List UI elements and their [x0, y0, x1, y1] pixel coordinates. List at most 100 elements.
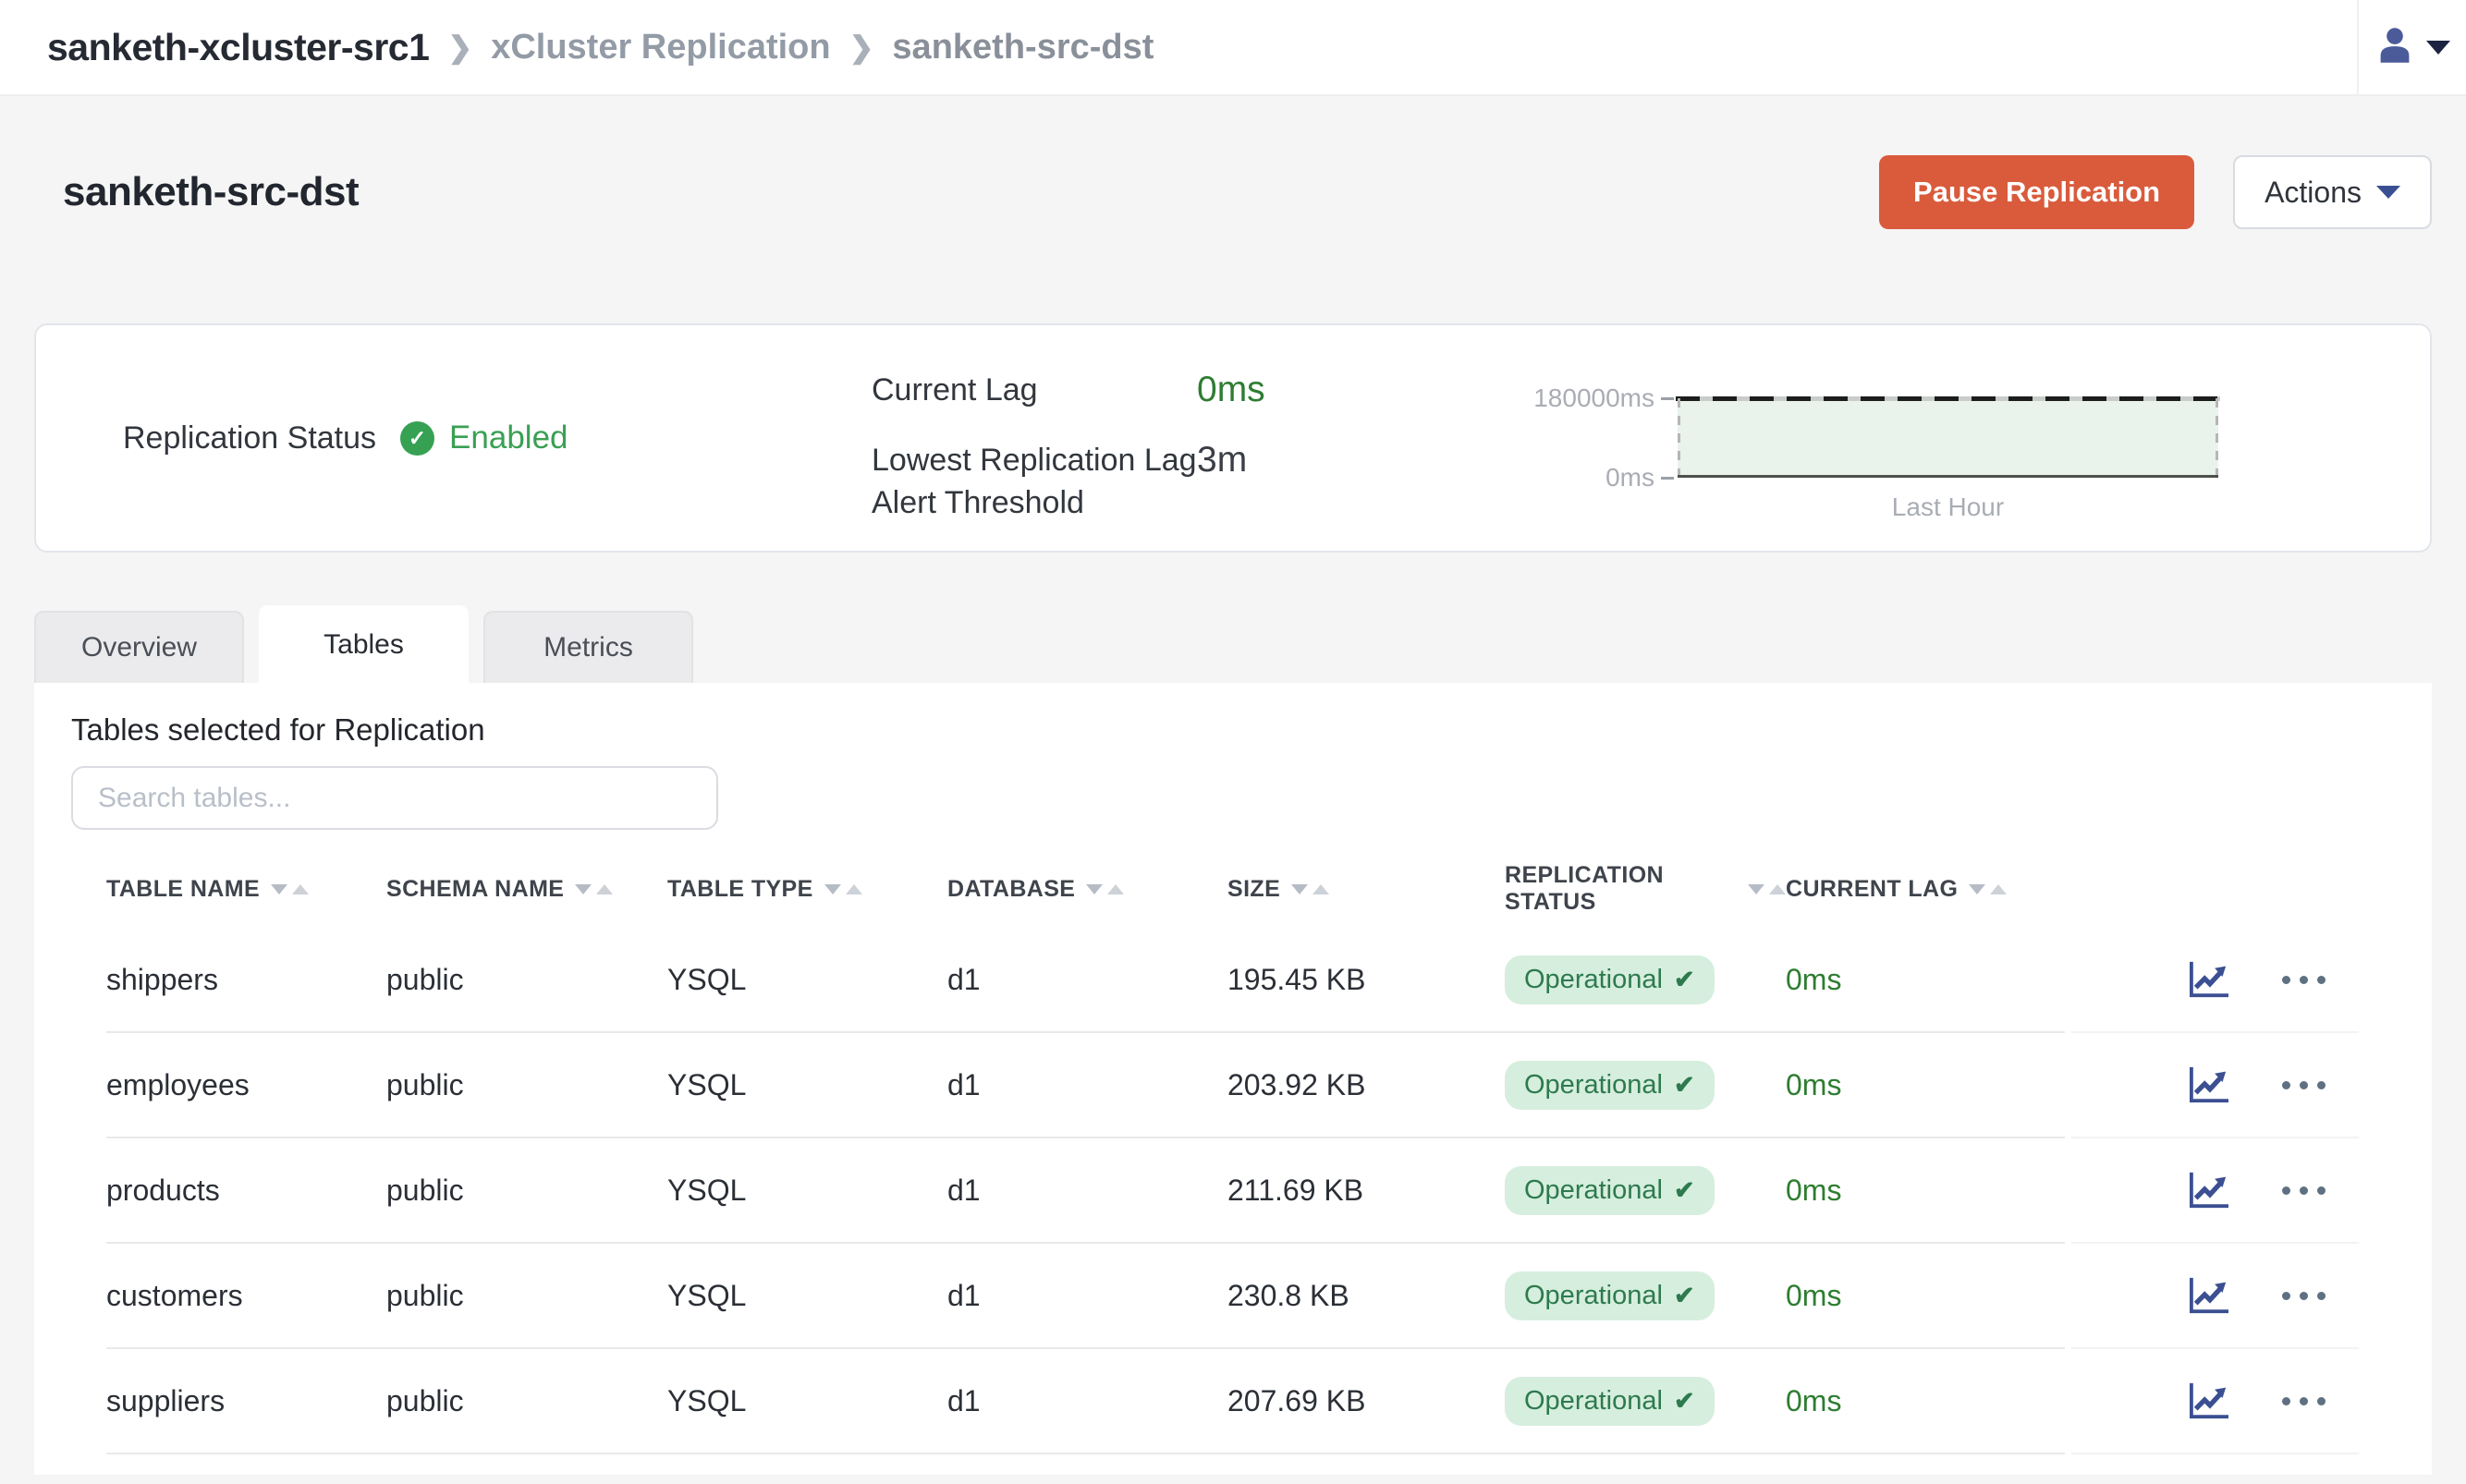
user-avatar-icon	[2374, 25, 2415, 70]
column-header-schema-name[interactable]: SCHEMA NAME	[386, 876, 667, 903]
check-icon: ✔	[1674, 1387, 1695, 1416]
column-header-table-name[interactable]: TABLE NAME	[106, 876, 386, 903]
row-gap	[2065, 1244, 2071, 1349]
y-axis-tick-max: 180000ms	[1533, 383, 1674, 413]
row-menu-icon[interactable]	[2282, 1186, 2326, 1195]
cell-current-lag: 0ms	[1786, 1244, 2065, 1349]
table-row: employees public YSQL d1 203.92 KB Opera…	[106, 1033, 2395, 1138]
panel-heading: Tables selected for Replication	[71, 712, 2395, 748]
column-header-database[interactable]: DATABASE	[947, 876, 1227, 903]
row-menu-icon[interactable]	[2282, 1397, 2326, 1405]
sort-icon[interactable]	[271, 884, 309, 894]
cell-schema-name: public	[386, 928, 667, 1033]
lag-metrics: Current Lag 0ms Lowest Replication Lag A…	[872, 370, 1265, 525]
cell-table-name: employees	[106, 1033, 386, 1138]
status-badge: Operational ✔	[1505, 1377, 1715, 1426]
lag-graph-icon[interactable]	[2188, 1276, 2230, 1315]
lag-chart: 180000ms 0ms Last Hour	[1678, 398, 2218, 522]
cell-table-type: YSQL	[667, 1244, 947, 1349]
cell-schema-name: public	[386, 1138, 667, 1244]
chart-right-edge	[2216, 398, 2218, 478]
cell-schema-name: public	[386, 1033, 667, 1138]
replication-status-label: Replication Status	[123, 420, 376, 456]
y-axis-tick-min: 0ms	[1605, 463, 1674, 493]
breadcrumb-current-page: sanketh-src-dst	[892, 28, 1154, 67]
cell-table-type: YSQL	[667, 928, 947, 1033]
cell-size: 230.8 KB	[1227, 1244, 1505, 1349]
cell-table-name: customers	[106, 1244, 386, 1349]
cell-current-lag: 0ms	[1786, 928, 2065, 1033]
column-header-size[interactable]: SIZE	[1227, 876, 1505, 903]
tab-metrics[interactable]: Metrics	[483, 611, 693, 683]
cell-size: 195.45 KB	[1227, 928, 1505, 1033]
cell-size: 211.69 KB	[1227, 1138, 1505, 1244]
cell-database: d1	[947, 1138, 1227, 1244]
cell-table-name: products	[106, 1138, 386, 1244]
status-badge: Operational ✔	[1505, 1271, 1715, 1320]
tab-overview[interactable]: Overview	[34, 611, 244, 683]
threshold-dashed-line	[1676, 396, 2220, 401]
table-header-row: TABLE NAME SCHEMA NAME TABLE TYPE DATABA…	[106, 850, 2395, 928]
search-input[interactable]	[71, 766, 718, 830]
actions-button[interactable]: Actions	[2233, 155, 2432, 229]
cell-database: d1	[947, 928, 1227, 1033]
sort-icon[interactable]	[575, 884, 613, 894]
lag-graph-icon[interactable]	[2188, 1065, 2230, 1104]
breadcrumb-xcluster-replication[interactable]: xCluster Replication	[491, 28, 830, 67]
table-row: customers public YSQL d1 230.8 KB Operat…	[106, 1244, 2395, 1349]
cell-current-lag: 0ms	[1786, 1349, 2065, 1454]
lag-chart-plot-area: 180000ms 0ms	[1678, 398, 2218, 478]
cell-row-actions	[2071, 1033, 2359, 1138]
lag-graph-icon[interactable]	[2188, 960, 2230, 999]
check-icon: ✔	[1674, 1282, 1695, 1310]
cell-size: 203.92 KB	[1227, 1033, 1505, 1138]
cell-row-actions	[2071, 1349, 2359, 1454]
chevron-down-icon	[2426, 41, 2450, 55]
x-axis-label: Last Hour	[1678, 493, 2218, 522]
breadcrumb: sanketh-xcluster-src1 ❯ xCluster Replica…	[0, 26, 1154, 69]
row-menu-icon[interactable]	[2282, 1292, 2326, 1300]
lag-threshold-value: 3m	[1197, 440, 1265, 525]
row-menu-icon[interactable]	[2282, 976, 2326, 984]
column-header-table-type[interactable]: TABLE TYPE	[667, 876, 947, 903]
breadcrumb-cluster[interactable]: sanketh-xcluster-src1	[47, 26, 429, 69]
top-nav-bar: sanketh-xcluster-src1 ❯ xCluster Replica…	[0, 0, 2466, 96]
sort-icon[interactable]	[1969, 884, 2007, 894]
column-header-replication-status[interactable]: REPLICATION STATUS	[1505, 862, 1786, 916]
row-menu-icon[interactable]	[2282, 1081, 2326, 1089]
lag-graph-icon[interactable]	[2188, 1171, 2230, 1210]
lag-series-line	[1678, 475, 2218, 478]
cell-table-name: suppliers	[106, 1349, 386, 1454]
chevron-right-icon: ❯	[447, 30, 472, 65]
cell-database: d1	[947, 1244, 1227, 1349]
tables-panel: Tables selected for Replication TABLE NA…	[34, 683, 2432, 1475]
row-gap	[2065, 928, 2071, 1033]
row-gap	[2065, 1138, 2071, 1244]
check-circle-icon: ✓	[400, 421, 434, 456]
row-gap	[2065, 1033, 2071, 1138]
chart-left-edge	[1678, 398, 1680, 478]
sort-icon[interactable]	[824, 884, 862, 894]
page-header: sanketh-src-dst Pause Replication Action…	[34, 155, 2432, 229]
user-menu[interactable]	[2357, 0, 2466, 95]
replication-status-value: Enabled	[449, 420, 568, 456]
cell-schema-name: public	[386, 1244, 667, 1349]
tab-tables[interactable]: Tables	[259, 605, 469, 683]
cell-table-type: YSQL	[667, 1349, 947, 1454]
cell-row-actions	[2071, 928, 2359, 1033]
cell-size: 207.69 KB	[1227, 1349, 1505, 1454]
sort-icon[interactable]	[1291, 884, 1329, 894]
sort-icon[interactable]	[1086, 884, 1124, 894]
column-header-current-lag[interactable]: CURRENT LAG	[1786, 876, 2065, 903]
cell-replication-status: Operational ✔	[1505, 1138, 1786, 1244]
sort-icon[interactable]	[1748, 884, 1786, 894]
pause-replication-button[interactable]: Pause Replication	[1879, 155, 2194, 229]
table-row: shippers public YSQL d1 195.45 KB Operat…	[106, 928, 2395, 1033]
cell-database: d1	[947, 1349, 1227, 1454]
replication-status: Replication Status ✓ Enabled	[123, 325, 568, 551]
row-gap	[2065, 1349, 2071, 1454]
lag-graph-icon[interactable]	[2188, 1381, 2230, 1420]
cell-replication-status: Operational ✔	[1505, 1033, 1786, 1138]
cell-database: d1	[947, 1033, 1227, 1138]
chevron-down-icon	[2376, 186, 2400, 199]
